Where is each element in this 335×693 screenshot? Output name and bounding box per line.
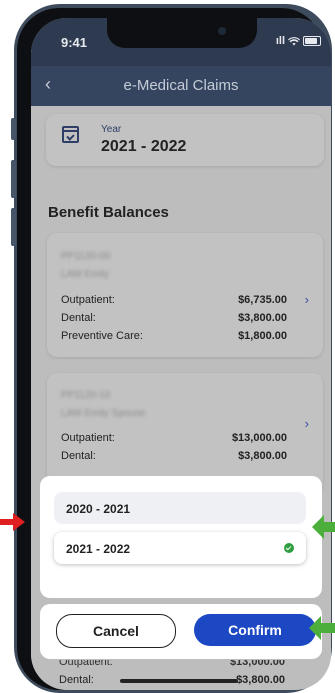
benefit-balances-heading: Benefit Balances [48,204,169,221]
benefit-row: Dental: $3,800.00 [61,312,287,324]
phone-screen: 9:41 ıll ‹ e-Medical Claims Year 2021 - … [31,18,331,690]
check-circle-icon [284,543,294,553]
benefit-amount: $6,735.00 [238,294,287,306]
benefit-row: Dental: $3,800.00 [61,450,287,462]
picker-action-bar: Cancel Confirm [40,604,322,659]
chevron-right-icon[interactable]: › [305,416,309,431]
benefit-row: Outpatient: $13,000.00 [61,432,287,444]
benefit-label: Dental: [59,674,94,686]
status-icons: ıll [276,35,321,47]
benefit-label: Dental: [61,450,96,462]
benefit-amount: $13,000.00 [229,660,285,668]
benefit-label: Outpatient: [61,294,115,306]
benefit-row: Outpatient: $13,000.00 [59,660,285,668]
year-selector[interactable]: Year 2021 - 2022 [46,114,324,166]
year-picker-sheet: 2020 - 2021 2021 - 2022 [40,476,322,598]
year-value: 2021 - 2022 [101,138,187,155]
benefit-card-member-2[interactable]: PP1120-10 LAM Emily Spouse Outpatient: $… [47,373,323,493]
year-label: Year [101,124,122,135]
background-peek-rows: Outpatient: $13,000.00 Dental: $3,800.00 [59,660,285,690]
benefit-label: Outpatient: [59,660,113,668]
nav-bar: ‹ e-Medical Claims [31,66,331,106]
benefit-row: Outpatient: $6,735.00 [61,294,287,306]
status-time: 9:41 [61,35,88,50]
benefit-label: Preventive Care: [61,330,143,342]
year-option-label: 2021 - 2022 [66,542,131,556]
benefit-label: Outpatient: [61,432,115,444]
year-option[interactable]: 2020 - 2021 [54,492,306,524]
volume-up-button [11,160,16,198]
year-option-selected[interactable]: 2021 - 2022 [54,532,306,564]
volume-down-button [11,208,16,246]
member-id: PP1120-00 [61,251,111,262]
green-arrow-icon [309,616,335,640]
benefit-label: Dental: [61,312,96,324]
benefit-amount: $13,000.00 [231,432,287,444]
benefit-row: Preventive Care: $1,800.00 [61,330,287,342]
year-option-label: 2020 - 2021 [66,502,131,516]
benefit-amount: $3,800.00 [238,450,287,462]
red-arrow-icon [0,513,25,531]
main-content: Year 2021 - 2022 Benefit Balances PP1120… [31,106,331,690]
member-name: LAM Emily Spouse [61,408,146,419]
camera-icon [218,27,226,35]
cancel-button[interactable]: Cancel [56,614,176,648]
confirm-button[interactable]: Confirm [194,614,316,646]
wifi-icon [288,36,300,45]
calendar-icon [62,126,79,143]
green-arrow-icon [312,515,335,539]
battery-icon [303,36,321,46]
benefit-card-member-1[interactable]: PP1120-00 LAM Emily Outpatient: $6,735.0… [47,233,323,357]
page-title: e-Medical Claims [123,77,239,94]
benefit-amount: $3,800.00 [238,312,287,324]
mute-switch [11,118,16,140]
member-id: PP1120-10 [61,390,111,401]
benefit-amount: $1,800.00 [238,330,287,342]
phone-notch [107,18,257,48]
home-indicator [120,679,238,683]
signal-icon: ıll [275,35,285,47]
member-name: LAM Emily [61,269,109,280]
chevron-right-icon[interactable]: › [305,292,309,307]
benefit-amount: $3,800.00 [236,674,285,686]
